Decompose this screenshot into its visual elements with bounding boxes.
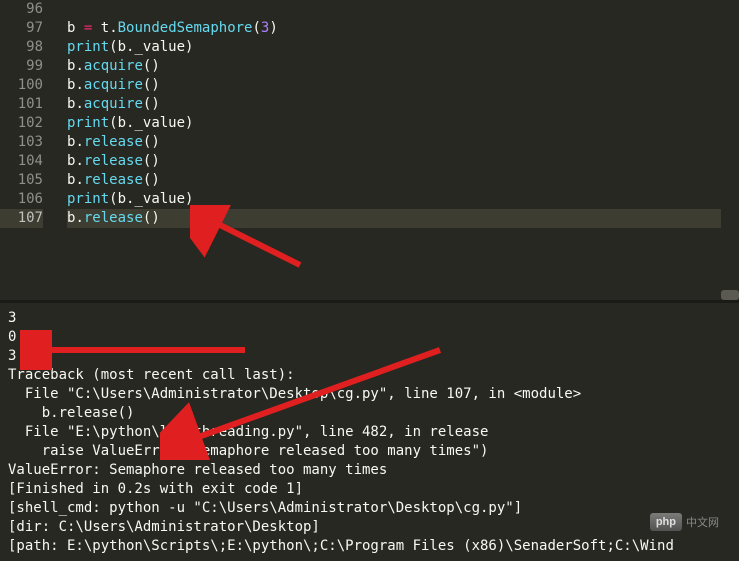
code-token: ( [252, 20, 260, 36]
console-line: [path: E:\python\Scripts\;E:\python\;C:\… [8, 537, 731, 556]
code-token: acquire [84, 58, 143, 74]
console-line: raise ValueError("Semaphore released too… [8, 442, 731, 461]
code-line[interactable]: b = t.BoundedSemaphore(3) [67, 19, 739, 38]
code-token: t [101, 20, 109, 36]
code-token: ) [151, 96, 159, 112]
code-token: release [84, 172, 143, 188]
watermark-text: 中文网 [686, 514, 719, 530]
console-line: [Finished in 0.2s with exit code 1] [8, 480, 731, 499]
code-token: . [75, 153, 83, 169]
line-number: 104 [0, 152, 43, 171]
code-token: . [75, 96, 83, 112]
code-token: b [118, 115, 126, 131]
code-token: ) [151, 58, 159, 74]
console-line: [shell_cmd: python -u "C:\Users\Administ… [8, 499, 731, 518]
console-line: File "C:\Users\Administrator\Desktop\cg.… [8, 385, 731, 404]
code-line[interactable]: print(b._value) [67, 114, 739, 133]
code-token: b [118, 39, 126, 55]
line-number: 97 [0, 19, 43, 38]
code-line[interactable]: print(b._value) [67, 190, 739, 209]
line-number: 99 [0, 57, 43, 76]
code-line[interactable]: b.acquire() [67, 95, 739, 114]
code-line[interactable]: print(b._value) [67, 38, 739, 57]
line-number: 98 [0, 38, 43, 57]
code-token: acquire [84, 96, 143, 112]
code-token: . [75, 210, 83, 226]
code-line[interactable]: b.release() [67, 133, 739, 152]
code-token: . [75, 172, 83, 188]
console-line: [dir: C:\Users\Administrator\Desktop] [8, 518, 731, 537]
line-number: 103 [0, 133, 43, 152]
code-line[interactable]: b.acquire() [67, 57, 739, 76]
code-content-area[interactable]: b = t.BoundedSemaphore(3)print(b._value)… [55, 0, 739, 300]
code-token: . [75, 58, 83, 74]
console-line: Traceback (most recent call last): [8, 366, 731, 385]
watermark-badge: php [650, 513, 682, 531]
line-number: 106 [0, 190, 43, 209]
code-line[interactable]: b.acquire() [67, 76, 739, 95]
console-line: 0 [8, 328, 731, 347]
code-token: ) [151, 210, 159, 226]
code-token: . [75, 134, 83, 150]
line-number: 96 [0, 0, 43, 19]
line-number: 107 [0, 209, 43, 228]
code-token: _value [134, 39, 185, 55]
code-token: ) [269, 20, 277, 36]
code-token: BoundedSemaphore [118, 20, 253, 36]
code-token: ) [151, 134, 159, 150]
code-token: ) [185, 39, 193, 55]
line-number-gutter: 96979899100101102103104105106107 [0, 0, 55, 300]
code-token: ( [109, 115, 117, 131]
code-token [75, 20, 83, 36]
line-number: 105 [0, 171, 43, 190]
code-token: ) [185, 115, 193, 131]
code-line[interactable]: b.release() [67, 209, 739, 228]
line-number: 102 [0, 114, 43, 133]
code-token: release [84, 210, 143, 226]
code-token: . [109, 20, 117, 36]
code-line[interactable]: b.release() [67, 171, 739, 190]
code-token: ) [151, 77, 159, 93]
code-token: _value [134, 191, 185, 207]
code-token: ) [151, 153, 159, 169]
console-line: ValueError: Semaphore released too many … [8, 461, 731, 480]
code-line[interactable]: b.release() [67, 152, 739, 171]
line-number: 101 [0, 95, 43, 114]
console-line: 3 [8, 347, 731, 366]
code-token: ) [185, 191, 193, 207]
minimap-thumb[interactable] [721, 290, 739, 300]
code-token: ( [109, 191, 117, 207]
code-token: release [84, 153, 143, 169]
code-token: print [67, 115, 109, 131]
code-token: release [84, 134, 143, 150]
code-token: acquire [84, 77, 143, 93]
watermark: php 中文网 [650, 513, 719, 531]
code-token: . [75, 77, 83, 93]
console-line: b.release() [8, 404, 731, 423]
console-line: 3 [8, 309, 731, 328]
code-token: ) [151, 172, 159, 188]
code-token: print [67, 191, 109, 207]
console-line: File "E:\python\lib\threading.py", line … [8, 423, 731, 442]
code-token: ( [109, 39, 117, 55]
code-token: b [118, 191, 126, 207]
code-token: print [67, 39, 109, 55]
code-editor-pane[interactable]: 96979899100101102103104105106107 b = t.B… [0, 0, 739, 300]
code-token: _value [134, 115, 185, 131]
code-line[interactable] [67, 0, 739, 19]
minimap-scrollbar[interactable] [721, 0, 739, 300]
line-number: 100 [0, 76, 43, 95]
console-output-pane[interactable]: 303Traceback (most recent call last): Fi… [0, 303, 739, 561]
code-token [92, 20, 100, 36]
